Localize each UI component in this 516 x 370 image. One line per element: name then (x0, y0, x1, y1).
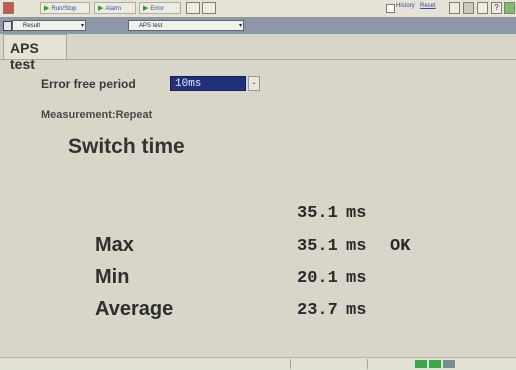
average-value: 23.7 (297, 301, 338, 320)
error-free-select[interactable]: 10ms (170, 76, 246, 91)
min-value: 20.1 (297, 269, 338, 288)
print-icon[interactable] (186, 2, 200, 14)
status-section (291, 359, 368, 369)
alarm-button[interactable]: ▶ Alarm (94, 2, 136, 14)
current-value: 35.1 (297, 204, 338, 223)
play-icon: ▶ (143, 5, 149, 12)
max-status: OK (390, 237, 411, 256)
window-icon[interactable] (449, 2, 460, 14)
test-select[interactable]: APS test ▾ (128, 20, 244, 31)
folder-icon (3, 21, 12, 31)
alarm-label: Alarm (105, 6, 122, 12)
settings-icon[interactable] (202, 2, 216, 14)
average-label: Average (95, 298, 174, 320)
result-select-value: Result (23, 23, 41, 29)
switch-time-heading: Switch time (68, 135, 185, 158)
run-stop-label: Run/Stop (51, 6, 77, 12)
max-unit: ms (346, 237, 367, 256)
status-bar (0, 357, 516, 370)
tab-label: APS test (10, 40, 39, 72)
select-bar: Result ▾ APS test ▾ (0, 18, 516, 34)
max-label: Max (95, 234, 134, 256)
measurement-label: Measurement:Repeat (41, 109, 153, 121)
status-section (0, 359, 291, 369)
history-label: History (396, 3, 415, 9)
test-select-value: APS test (139, 23, 163, 29)
help-icon[interactable]: ? (491, 2, 502, 14)
min-unit: ms (346, 269, 367, 288)
tab-divider (0, 59, 516, 60)
dropdown-arrow-icon[interactable]: - (248, 76, 260, 91)
layout-icon[interactable] (477, 2, 488, 14)
play-icon: ▶ (98, 5, 104, 12)
chevron-down-icon: ▾ (238, 23, 242, 29)
reset-link[interactable]: Reset (420, 3, 436, 9)
history-checkbox[interactable] (386, 4, 395, 13)
average-unit: ms (346, 301, 367, 320)
status-led-icon (429, 360, 441, 368)
status-led-icon (415, 360, 427, 368)
min-label: Min (95, 266, 130, 288)
error-free-label: Error free period (41, 77, 136, 91)
error-button[interactable]: ▶ Error (139, 2, 181, 14)
tab-aps-test[interactable]: APS test (3, 34, 67, 72)
app-icon[interactable] (3, 2, 14, 14)
max-value: 35.1 (297, 237, 338, 256)
exit-icon[interactable] (504, 2, 515, 14)
current-unit: ms (346, 204, 367, 223)
save-icon[interactable] (463, 2, 474, 14)
play-icon: ▶ (44, 5, 50, 12)
chevron-down-icon: ▾ (80, 23, 84, 29)
status-led-icon (443, 360, 455, 368)
error-label: Error (150, 6, 164, 12)
run-stop-button[interactable]: ▶ Run/Stop (40, 2, 90, 14)
result-select[interactable]: Result ▾ (12, 20, 86, 31)
top-toolbar: ▶ Run/Stop ▶ Alarm ▶ Error History Reset ? (0, 0, 516, 18)
